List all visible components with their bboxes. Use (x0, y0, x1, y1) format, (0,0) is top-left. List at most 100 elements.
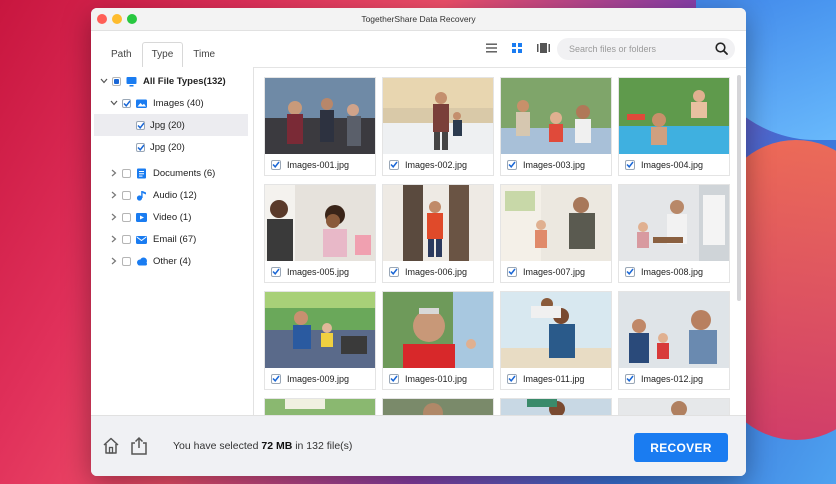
maximize-window-button[interactable] (127, 14, 137, 24)
search-box (557, 38, 735, 60)
chevron-right-icon[interactable] (109, 169, 118, 178)
checkbox[interactable] (507, 159, 517, 170)
chevron-down-icon[interactable] (109, 99, 118, 108)
checkbox[interactable] (136, 142, 145, 152)
file-card[interactable] (264, 398, 376, 416)
tab-type[interactable]: Type (141, 42, 184, 68)
tree-item-jpg[interactable]: Jpg (20) (136, 136, 185, 158)
checkbox[interactable] (389, 159, 399, 170)
file-card[interactable]: Images-008.jpg (618, 184, 730, 283)
thumbnail (619, 78, 729, 154)
tree-item-other[interactable]: Other (4) (109, 250, 191, 272)
file-card[interactable]: Images-011.jpg (500, 291, 612, 390)
file-type-tree: All File Types(132) Images (40) Jpg (20)… (91, 67, 254, 416)
thumbnail (265, 185, 375, 261)
cloud-icon (136, 256, 147, 267)
file-name: Images-012.jpg (641, 373, 704, 384)
checkbox[interactable] (389, 373, 399, 384)
checkbox[interactable] (389, 266, 399, 277)
home-icon[interactable] (101, 436, 121, 456)
checkbox[interactable] (122, 234, 131, 244)
file-name: Images-004.jpg (641, 159, 704, 170)
checkbox[interactable] (507, 373, 517, 384)
tree-item-audio[interactable]: Audio (12) (109, 184, 197, 206)
thumbnail (265, 292, 375, 368)
checkbox[interactable] (122, 98, 131, 108)
file-card[interactable]: Images-010.jpg (382, 291, 494, 390)
tree-label: Audio (12) (153, 189, 197, 201)
chevron-right-icon[interactable] (109, 257, 118, 266)
file-name: Images-008.jpg (641, 266, 704, 277)
document-icon (136, 168, 147, 179)
thumbnail (383, 78, 493, 154)
grid-view-icon[interactable] (509, 40, 525, 56)
file-card[interactable]: Images-002.jpg (382, 77, 494, 176)
thumbnail (501, 78, 611, 154)
scrollbar[interactable] (737, 75, 741, 301)
file-card[interactable]: Images-003.jpg (500, 77, 612, 176)
tab-path[interactable]: Path (101, 42, 142, 67)
chevron-down-icon[interactable] (99, 77, 108, 86)
checkbox[interactable] (112, 76, 121, 86)
tree-item-email[interactable]: Email (67) (109, 228, 196, 250)
filmstrip-view-icon[interactable] (535, 40, 551, 56)
close-window-button[interactable] (97, 14, 107, 24)
checkbox[interactable] (122, 190, 131, 200)
checkbox[interactable] (136, 120, 145, 130)
chevron-right-icon[interactable] (109, 235, 118, 244)
checkbox[interactable] (271, 266, 281, 277)
recover-button[interactable]: RECOVER (634, 433, 728, 462)
checkbox[interactable] (625, 159, 635, 170)
tree-item-jpg-selected[interactable]: Jpg (20) (94, 114, 248, 136)
tree-item-images[interactable]: Images (40) (109, 92, 204, 114)
list-view-icon[interactable] (483, 40, 499, 56)
thumbnail (619, 292, 729, 368)
tree-item-video[interactable]: Video (1) (109, 206, 191, 228)
tree-item-all-file-types[interactable]: All File Types(132) (99, 70, 226, 92)
search-input[interactable] (567, 43, 711, 55)
file-card[interactable] (618, 398, 730, 416)
thumbnail (619, 185, 729, 261)
minimize-window-button[interactable] (112, 14, 122, 24)
tree-label: Jpg (20) (150, 141, 185, 153)
status-prefix: You have selected (173, 440, 259, 452)
title-bar: TogetherShare Data Recovery (91, 8, 746, 31)
music-note-icon (136, 190, 147, 201)
file-card[interactable]: Images-007.jpg (500, 184, 612, 283)
thumbnail (265, 78, 375, 154)
file-card[interactable]: Images-009.jpg (264, 291, 376, 390)
file-card[interactable]: Images-001.jpg (264, 77, 376, 176)
file-card[interactable]: Images-004.jpg (618, 77, 730, 176)
selected-size: 72 MB (261, 440, 293, 452)
image-folder-icon (136, 98, 147, 109)
file-card[interactable] (500, 398, 612, 416)
file-name: Images-002.jpg (405, 159, 468, 170)
video-icon (136, 212, 147, 223)
checkbox[interactable] (271, 373, 281, 384)
search-icon[interactable] (715, 42, 728, 60)
file-card[interactable]: Images-005.jpg (264, 184, 376, 283)
tab-time[interactable]: Time (183, 42, 225, 67)
checkbox[interactable] (122, 168, 131, 178)
chevron-right-icon[interactable] (109, 191, 118, 200)
checkbox[interactable] (122, 212, 131, 222)
checkbox[interactable] (625, 373, 635, 384)
thumbnail (619, 399, 729, 416)
checkbox[interactable] (625, 266, 635, 277)
file-name: Images-011.jpg (523, 373, 585, 384)
file-name: Images-010.jpg (405, 373, 468, 384)
file-name: Images-007.jpg (523, 266, 586, 277)
checkbox[interactable] (271, 159, 281, 170)
file-card[interactable]: Images-006.jpg (382, 184, 494, 283)
monitor-icon (126, 76, 137, 87)
file-card[interactable] (382, 398, 494, 416)
checkbox[interactable] (122, 256, 131, 266)
file-card[interactable]: Images-012.jpg (618, 291, 730, 390)
file-name: Images-001.jpg (287, 159, 350, 170)
envelope-icon (136, 234, 147, 245)
thumbnail (501, 399, 611, 416)
tree-item-documents[interactable]: Documents (6) (109, 162, 215, 184)
checkbox[interactable] (507, 266, 517, 277)
chevron-right-icon[interactable] (109, 213, 118, 222)
export-icon[interactable] (129, 436, 149, 456)
